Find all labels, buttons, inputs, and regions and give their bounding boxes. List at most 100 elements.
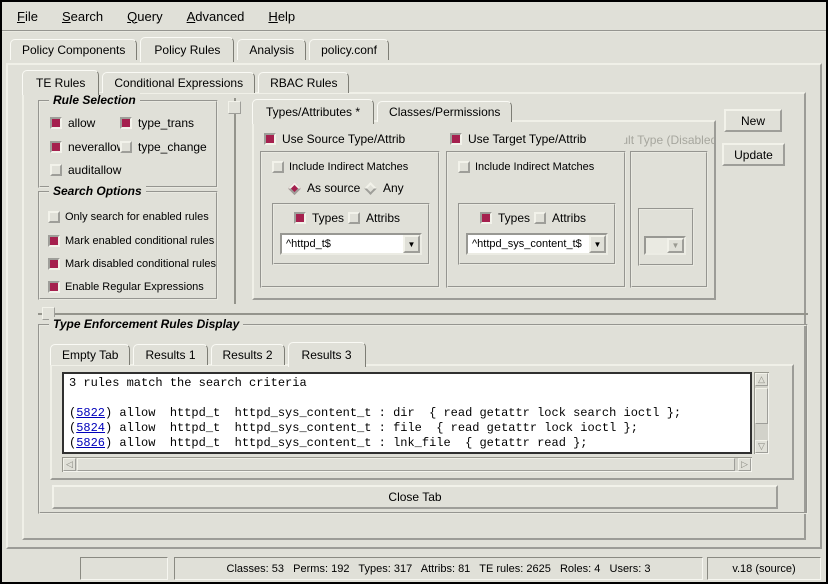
rule-line: (5826) allow httpd_t httpd_sys_content_t… [69, 436, 745, 451]
rule-id-link[interactable]: 5824 [76, 421, 105, 435]
checkbox-neverallow[interactable]: neverallow [50, 140, 125, 154]
checkbox-target-types[interactable]: Types [480, 211, 530, 225]
checkbox-box [458, 161, 470, 173]
checkbox-type-trans[interactable]: type_trans [120, 116, 194, 130]
results-hscrollbar[interactable]: ◁ ▷ [62, 457, 752, 472]
radio-label: Any [383, 181, 404, 195]
radio-any[interactable]: Any [364, 181, 404, 195]
scroll-up-icon[interactable]: △ [755, 373, 768, 386]
tab-conditional-expressions[interactable]: Conditional Expressions [102, 72, 255, 93]
ta-tabrow: Types/Attributes * Classes/Permissions [252, 99, 515, 122]
scroll-down-icon[interactable]: ▽ [755, 440, 768, 453]
rule-id-link[interactable]: 5826 [76, 436, 105, 450]
main-tabrow: Policy Components Policy Rules Analysis … [10, 37, 392, 60]
checkbox-only-enabled-rules[interactable]: Only search for enabled rules [48, 211, 209, 223]
tab-analysis[interactable]: Analysis [237, 39, 306, 60]
checkbox-box [48, 258, 60, 270]
checkbox-source-indirect[interactable]: Include Indirect Matches [272, 161, 408, 173]
checkbox-box [480, 212, 492, 224]
combobox-dropdown-icon: ▼ [667, 238, 684, 253]
checkbox-enable-regex[interactable]: Enable Regular Expressions [48, 281, 204, 293]
menu-search[interactable]: Search [53, 6, 112, 27]
checkbox-auditallow[interactable]: auditallow [50, 163, 121, 177]
combobox-dropdown-icon[interactable]: ▼ [589, 235, 606, 253]
rule-id-link[interactable]: 5822 [76, 406, 105, 420]
app-window: File Search Query Advanced Help Policy C… [0, 0, 828, 584]
horizontal-sash [38, 313, 808, 315]
tab-classes-permissions[interactable]: Classes/Permissions [377, 101, 512, 122]
checkbox-label: Use Source Type/Attrib [282, 132, 405, 146]
checkbox-box [348, 212, 360, 224]
checkbox-box [120, 117, 132, 129]
new-button[interactable]: New [724, 109, 782, 132]
checkbox-source-types[interactable]: Types [294, 211, 344, 225]
checkbox-label: Attribs [552, 211, 586, 225]
checkbox-source-attribs[interactable]: Attribs [348, 211, 400, 225]
source-type-combobox[interactable]: ^httpd_t$ ▼ [280, 233, 422, 255]
combobox-dropdown-icon[interactable]: ▼ [403, 235, 420, 253]
results-text-area[interactable]: 3 rules match the search criteria (5822)… [62, 372, 752, 454]
tab-empty-tab[interactable]: Empty Tab [50, 344, 130, 365]
radio-diamond [288, 182, 301, 195]
target-type-combobox[interactable]: ^httpd_sys_content_t$ ▼ [466, 233, 608, 255]
default-type-combobox: ▼ [644, 236, 686, 255]
close-tab-button[interactable]: Close Tab [52, 485, 778, 509]
checkbox-label: Enable Regular Expressions [65, 281, 204, 293]
checkbox-box [48, 281, 60, 293]
rule-body: allow httpd_t httpd_sys_content_t : lnk_… [112, 436, 587, 450]
status-stats-field: Classes: 53 Perms: 192 Types: 317 Attrib… [174, 557, 703, 580]
tab-results-1[interactable]: Results 1 [133, 344, 207, 365]
status-version-field: v.18 (source) [707, 557, 821, 580]
tab-types-attributes[interactable]: Types/Attributes * [252, 99, 374, 124]
menu-advanced[interactable]: Advanced [178, 6, 254, 27]
menu-query[interactable]: Query [118, 6, 171, 27]
checkbox-label: Attribs [366, 211, 400, 225]
checkbox-label: allow [68, 116, 95, 130]
rule-line: (5824) allow httpd_t httpd_sys_content_t… [69, 421, 745, 436]
vscroll-thumb[interactable] [755, 388, 768, 424]
rule-line: (5822) allow httpd_t httpd_sys_content_t… [69, 406, 745, 421]
checkbox-box [294, 212, 306, 224]
checkbox-box [50, 141, 62, 153]
tab-te-rules[interactable]: TE Rules [22, 70, 99, 95]
checkbox-label: auditallow [68, 163, 121, 177]
checkbox-target-attribs[interactable]: Attribs [534, 211, 586, 225]
scroll-right-icon[interactable]: ▷ [738, 458, 751, 471]
rule-selection-group: Rule Selection allow type_trans neverall… [38, 100, 218, 188]
tab-policy-conf[interactable]: policy.conf [309, 39, 389, 60]
checkbox-label: Only search for enabled rules [65, 211, 209, 223]
radio-label: As source [307, 181, 360, 195]
tab-results-2[interactable]: Results 2 [211, 344, 285, 365]
checkbox-label: Types [312, 211, 344, 225]
radio-as-source[interactable]: As source [288, 181, 360, 195]
checkbox-allow[interactable]: allow [50, 116, 95, 130]
tab-policy-components[interactable]: Policy Components [10, 39, 137, 60]
results-vscrollbar[interactable]: △ ▽ [754, 372, 769, 454]
hscroll-thumb[interactable] [77, 458, 735, 471]
tab-results-3[interactable]: Results 3 [288, 342, 366, 367]
tab-rbac-rules[interactable]: RBAC Rules [258, 72, 349, 93]
checkbox-label: neverallow [68, 140, 125, 154]
menu-help[interactable]: Help [259, 6, 304, 27]
checkbox-target-indirect[interactable]: Include Indirect Matches [458, 161, 594, 173]
update-button[interactable]: Update [722, 143, 785, 166]
vertical-sash [234, 98, 236, 304]
scroll-left-icon[interactable]: ◁ [63, 458, 76, 471]
checkbox-box [48, 235, 60, 247]
checkbox-label: type_change [138, 140, 207, 154]
checkbox-use-source-type[interactable]: Use Source Type/Attrib [264, 132, 405, 146]
checkbox-box [50, 117, 62, 129]
radio-diamond [364, 182, 377, 195]
checkbox-type-change[interactable]: type_change [120, 140, 207, 154]
menu-file[interactable]: File [8, 6, 47, 27]
checkbox-mark-enabled-conditional[interactable]: Mark enabled conditional rules [48, 235, 214, 247]
vertical-sash-handle[interactable] [228, 101, 241, 114]
checkbox-mark-disabled-conditional[interactable]: Mark disabled conditional rules [48, 258, 216, 270]
checkbox-label: Mark disabled conditional rules [65, 258, 216, 270]
checkbox-box [120, 141, 132, 153]
search-options-group: Search Options Only search for enabled r… [38, 191, 218, 300]
tab-policy-rules[interactable]: Policy Rules [140, 37, 234, 62]
results-summary: 3 rules match the search criteria [69, 376, 745, 391]
rule-body: allow httpd_t httpd_sys_content_t : file… [112, 421, 638, 435]
checkbox-use-target-type[interactable]: Use Target Type/Attrib [450, 132, 586, 146]
